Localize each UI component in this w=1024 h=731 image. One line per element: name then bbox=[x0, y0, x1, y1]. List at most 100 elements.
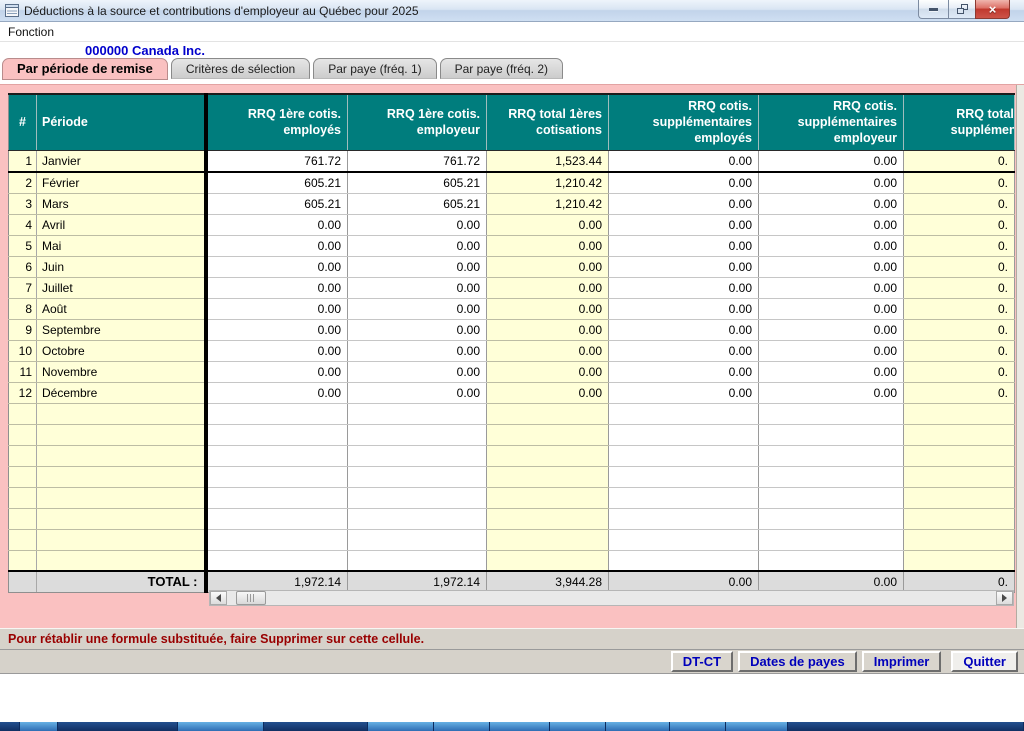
value-cell[interactable] bbox=[486, 529, 609, 551]
value-cell[interactable]: 0.00 bbox=[347, 298, 487, 320]
value-cell[interactable] bbox=[203, 529, 348, 551]
taskbar-item[interactable] bbox=[490, 722, 550, 731]
value-cell[interactable] bbox=[758, 466, 904, 488]
value-cell[interactable] bbox=[608, 508, 759, 530]
value-cell[interactable] bbox=[486, 487, 609, 509]
value-cell[interactable]: 0.00 bbox=[347, 256, 487, 278]
value-cell[interactable] bbox=[486, 508, 609, 530]
dates-de-payes-button[interactable]: Dates de payes bbox=[738, 651, 857, 672]
value-cell[interactable]: 0. bbox=[903, 298, 1015, 320]
taskbar-item[interactable] bbox=[264, 722, 368, 731]
value-cell[interactable]: 0.00 bbox=[758, 298, 904, 320]
tab-criteres-de-selection[interactable]: Critères de sélection bbox=[170, 58, 311, 79]
value-cell[interactable] bbox=[347, 445, 487, 467]
quitter-button[interactable]: Quitter bbox=[951, 651, 1018, 672]
value-cell[interactable]: 0. bbox=[903, 193, 1015, 215]
empty-row[interactable] bbox=[8, 466, 1015, 488]
value-cell[interactable] bbox=[347, 508, 487, 530]
value-cell[interactable]: 0.00 bbox=[347, 214, 487, 236]
value-cell[interactable]: 0.00 bbox=[608, 256, 759, 278]
row-number-cell[interactable]: 9 bbox=[8, 319, 37, 341]
value-cell[interactable]: 0.00 bbox=[486, 214, 609, 236]
value-cell[interactable] bbox=[486, 466, 609, 488]
value-cell[interactable]: 605.21 bbox=[203, 193, 348, 215]
value-cell[interactable]: 0.00 bbox=[608, 193, 759, 215]
value-cell[interactable]: 0.00 bbox=[758, 340, 904, 362]
value-cell[interactable] bbox=[486, 424, 609, 446]
period-cell[interactable]: Décembre bbox=[36, 382, 206, 404]
value-cell[interactable]: 0.00 bbox=[608, 214, 759, 236]
row-number-cell[interactable]: 1 bbox=[8, 150, 37, 173]
value-cell[interactable]: 0. bbox=[903, 382, 1015, 404]
value-cell[interactable]: 0. bbox=[903, 319, 1015, 341]
tab-par-paye-freq-2[interactable]: Par paye (fréq. 2) bbox=[439, 58, 563, 79]
row-number-cell[interactable]: 6 bbox=[8, 256, 37, 278]
period-cell[interactable]: Février bbox=[36, 171, 206, 194]
value-cell[interactable]: 0.00 bbox=[608, 298, 759, 320]
table-row[interactable]: 4 Avril 0.00 0.00 0.00 0.00 0.00 0. bbox=[8, 214, 1015, 236]
row-number-cell[interactable] bbox=[8, 403, 37, 425]
value-cell[interactable]: 0.00 bbox=[486, 235, 609, 257]
taskbar-item[interactable] bbox=[788, 722, 1024, 731]
value-cell[interactable]: 1,210.42 bbox=[486, 171, 609, 194]
value-cell[interactable]: 0.00 bbox=[608, 171, 759, 194]
horizontal-scrollbar[interactable] bbox=[209, 590, 1014, 606]
value-cell[interactable]: 0. bbox=[903, 150, 1015, 173]
period-cell[interactable]: Juin bbox=[36, 256, 206, 278]
row-number-cell[interactable] bbox=[8, 487, 37, 509]
value-cell[interactable]: 0.00 bbox=[758, 235, 904, 257]
value-cell[interactable]: 0.00 bbox=[486, 298, 609, 320]
value-cell[interactable]: 0.00 bbox=[608, 150, 759, 173]
taskbar-item[interactable] bbox=[0, 722, 20, 731]
table-row[interactable]: 10 Octobre 0.00 0.00 0.00 0.00 0.00 0. bbox=[8, 340, 1015, 362]
value-cell[interactable] bbox=[903, 445, 1015, 467]
value-cell[interactable]: 0.00 bbox=[758, 214, 904, 236]
value-cell[interactable] bbox=[203, 445, 348, 467]
value-cell[interactable]: 0. bbox=[903, 235, 1015, 257]
period-cell[interactable]: Juillet bbox=[36, 277, 206, 299]
value-cell[interactable]: 0.00 bbox=[758, 256, 904, 278]
value-cell[interactable]: 1,210.42 bbox=[486, 193, 609, 215]
taskbar-item[interactable] bbox=[178, 722, 264, 731]
value-cell[interactable]: 0.00 bbox=[347, 382, 487, 404]
scrollbar-thumb[interactable] bbox=[236, 591, 266, 605]
value-cell[interactable] bbox=[608, 424, 759, 446]
value-cell[interactable]: 605.21 bbox=[203, 171, 348, 194]
value-cell[interactable]: 0.00 bbox=[758, 319, 904, 341]
period-cell[interactable]: Août bbox=[36, 298, 206, 320]
empty-row[interactable] bbox=[8, 508, 1015, 530]
row-number-cell[interactable]: 2 bbox=[8, 171, 37, 194]
value-cell[interactable] bbox=[203, 508, 348, 530]
value-cell[interactable]: 0. bbox=[903, 361, 1015, 383]
value-cell[interactable] bbox=[203, 424, 348, 446]
value-cell[interactable] bbox=[758, 529, 904, 551]
row-number-cell[interactable]: 5 bbox=[8, 235, 37, 257]
value-cell[interactable]: 0. bbox=[903, 171, 1015, 194]
row-number-cell[interactable] bbox=[8, 466, 37, 488]
value-cell[interactable]: 1,523.44 bbox=[486, 150, 609, 173]
value-cell[interactable] bbox=[608, 466, 759, 488]
value-cell[interactable]: 0.00 bbox=[608, 277, 759, 299]
value-cell[interactable]: 0.00 bbox=[203, 319, 348, 341]
value-cell[interactable] bbox=[486, 403, 609, 425]
scroll-left-button[interactable] bbox=[210, 591, 227, 605]
empty-row[interactable] bbox=[8, 529, 1015, 551]
value-cell[interactable]: 0.00 bbox=[758, 382, 904, 404]
row-number-cell[interactable]: 11 bbox=[8, 361, 37, 383]
value-cell[interactable] bbox=[608, 403, 759, 425]
restore-button[interactable] bbox=[948, 0, 975, 19]
value-cell[interactable]: 605.21 bbox=[347, 193, 487, 215]
table-row[interactable]: 1 Janvier 761.72 761.72 1,523.44 0.00 0.00 0. bbox=[8, 150, 1015, 173]
period-cell[interactable] bbox=[36, 403, 206, 425]
value-cell[interactable]: 0.00 bbox=[203, 235, 348, 257]
period-cell[interactable]: Mars bbox=[36, 193, 206, 215]
value-cell[interactable]: 0.00 bbox=[347, 277, 487, 299]
dt-ct-button[interactable]: DT-CT bbox=[670, 651, 734, 672]
value-cell[interactable]: 0.00 bbox=[203, 340, 348, 362]
value-cell[interactable] bbox=[903, 487, 1015, 509]
value-cell[interactable]: 605.21 bbox=[347, 171, 487, 194]
row-number-cell[interactable]: 12 bbox=[8, 382, 37, 404]
value-cell[interactable]: 0.00 bbox=[608, 361, 759, 383]
taskbar-item[interactable] bbox=[58, 722, 178, 731]
value-cell[interactable]: 0.00 bbox=[203, 298, 348, 320]
